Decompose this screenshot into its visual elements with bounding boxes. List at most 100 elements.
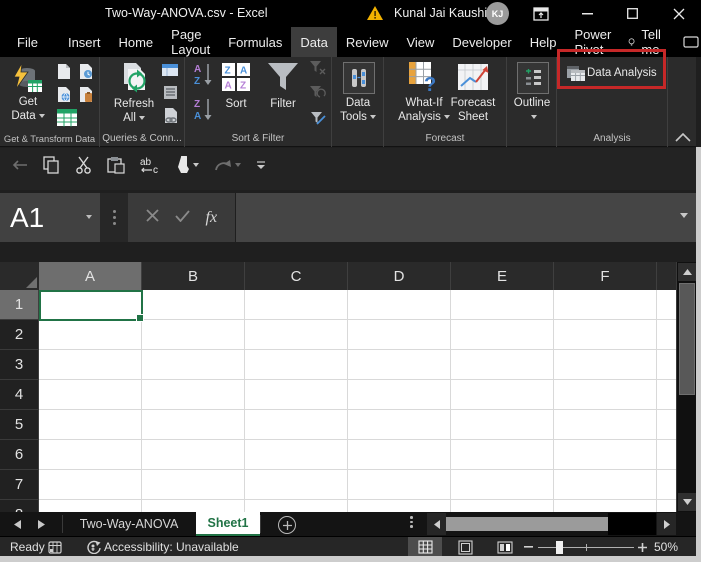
- menu-file[interactable]: File: [8, 27, 47, 57]
- cell[interactable]: [142, 290, 245, 320]
- cell[interactable]: [348, 500, 451, 512]
- sort-ascending-icon[interactable]: A Z: [191, 62, 215, 86]
- cell[interactable]: [348, 470, 451, 500]
- cell[interactable]: [245, 320, 348, 350]
- menu-home[interactable]: Home: [109, 27, 162, 57]
- cell[interactable]: [348, 440, 451, 470]
- cell[interactable]: [142, 350, 245, 380]
- cell[interactable]: [348, 350, 451, 380]
- previous-sheet-button[interactable]: [6, 512, 28, 536]
- new-sheet-button[interactable]: [278, 516, 296, 534]
- row-header[interactable]: 6: [0, 440, 39, 470]
- horizontal-scroll-track[interactable]: [608, 513, 656, 535]
- cell[interactable]: [245, 470, 348, 500]
- enter-icon[interactable]: [175, 209, 190, 227]
- scroll-down-button[interactable]: [678, 493, 696, 511]
- cell[interactable]: [39, 500, 142, 512]
- cell[interactable]: [245, 350, 348, 380]
- cell[interactable]: [348, 380, 451, 410]
- sheet-tab-sheet1[interactable]: Sheet1: [196, 512, 260, 536]
- menu-formulas[interactable]: Formulas: [219, 27, 291, 57]
- cell[interactable]: [554, 350, 657, 380]
- menu-developer[interactable]: Developer: [443, 27, 520, 57]
- name-box[interactable]: A1: [0, 193, 100, 242]
- cell[interactable]: [39, 380, 142, 410]
- fill-handle[interactable]: [136, 314, 144, 322]
- scroll-left-button[interactable]: [427, 513, 446, 535]
- cell[interactable]: [554, 410, 657, 440]
- cell[interactable]: [39, 440, 142, 470]
- menu-data[interactable]: Data: [291, 27, 336, 57]
- cell[interactable]: [348, 410, 451, 440]
- page-layout-view-button[interactable]: [448, 537, 482, 557]
- queries-connections-icon[interactable]: [160, 62, 180, 78]
- customize-toolbar-button[interactable]: [256, 160, 266, 170]
- expand-formula-bar-caret[interactable]: [680, 213, 688, 218]
- cell[interactable]: [554, 290, 657, 320]
- zoom-in-button[interactable]: [638, 537, 647, 557]
- paste-button[interactable]: [107, 156, 125, 174]
- accessibility-icon[interactable]: [86, 537, 101, 557]
- cell[interactable]: [451, 500, 554, 512]
- next-sheet-button[interactable]: [30, 512, 52, 536]
- cell[interactable]: [657, 440, 676, 470]
- reapply-filter-icon[interactable]: [307, 84, 327, 102]
- cell[interactable]: [142, 470, 245, 500]
- column-header-f[interactable]: F: [554, 262, 657, 290]
- vertical-scroll-thumb[interactable]: [679, 283, 695, 395]
- cell[interactable]: [348, 320, 451, 350]
- cell[interactable]: [554, 500, 657, 512]
- cell[interactable]: [657, 470, 676, 500]
- macro-record-icon[interactable]: [48, 537, 62, 557]
- from-table-range-icon[interactable]: [56, 107, 78, 127]
- cell[interactable]: [657, 410, 676, 440]
- cell[interactable]: [245, 500, 348, 512]
- avatar[interactable]: KJ: [486, 2, 509, 25]
- cell[interactable]: [657, 320, 676, 350]
- cell[interactable]: [451, 470, 554, 500]
- cell[interactable]: [39, 410, 142, 440]
- row-header[interactable]: 8: [0, 500, 39, 512]
- zoom-out-button[interactable]: [524, 537, 533, 557]
- cell[interactable]: [142, 410, 245, 440]
- scroll-right-button[interactable]: [657, 513, 676, 535]
- column-header-e[interactable]: E: [451, 262, 554, 290]
- cell[interactable]: [554, 320, 657, 350]
- data-tools-button[interactable]: Data Tools: [332, 96, 384, 124]
- cell[interactable]: [245, 380, 348, 410]
- sort-button[interactable]: Sort: [214, 97, 258, 111]
- cell[interactable]: [142, 320, 245, 350]
- vertical-scrollbar[interactable]: [676, 262, 697, 512]
- selected-cell-a1[interactable]: [39, 290, 143, 321]
- cell[interactable]: [142, 440, 245, 470]
- existing-connections-icon[interactable]: [76, 85, 94, 103]
- horizontal-scroll-thumb[interactable]: [446, 517, 608, 531]
- find-replace-button[interactable]: ab c: [140, 156, 160, 174]
- refresh-all-button[interactable]: Refresh All: [102, 97, 166, 125]
- insert-function-button[interactable]: fx: [206, 209, 218, 227]
- get-data-button[interactable]: Get Data: [0, 95, 56, 123]
- column-header-c[interactable]: C: [245, 262, 348, 290]
- row-header[interactable]: 1: [0, 290, 39, 320]
- scroll-up-button[interactable]: [678, 263, 696, 281]
- comments-icon[interactable]: [674, 27, 701, 57]
- minimize-button[interactable]: [570, 0, 604, 27]
- cell[interactable]: [245, 410, 348, 440]
- column-header-b[interactable]: B: [142, 262, 245, 290]
- cell[interactable]: [657, 500, 676, 512]
- cell[interactable]: [142, 380, 245, 410]
- select-all-corner[interactable]: [0, 262, 40, 291]
- account-user-name[interactable]: Kunal Jai Kaushik: [394, 6, 493, 20]
- cell[interactable]: [348, 290, 451, 320]
- cell[interactable]: [554, 440, 657, 470]
- maximize-button[interactable]: [615, 0, 649, 27]
- cut-button[interactable]: [75, 156, 92, 174]
- menu-view[interactable]: View: [397, 27, 443, 57]
- properties-icon[interactable]: [160, 84, 180, 100]
- cell[interactable]: [245, 440, 348, 470]
- menu-page-layout[interactable]: Page Layout: [162, 27, 219, 57]
- collapse-ribbon-button[interactable]: [671, 129, 695, 145]
- column-header-partial[interactable]: [657, 262, 676, 290]
- row-header[interactable]: 7: [0, 470, 39, 500]
- copy-button[interactable]: [43, 156, 60, 174]
